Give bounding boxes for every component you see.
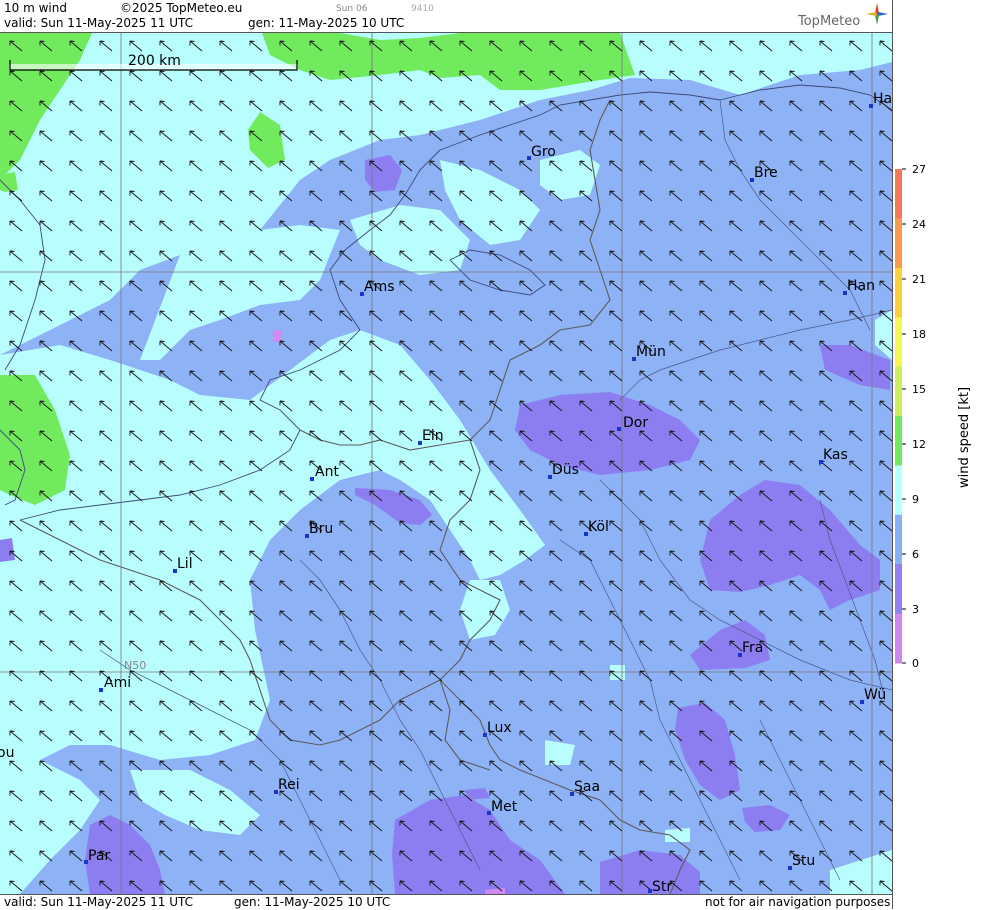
run-code: Sun 06: [336, 4, 368, 14]
city-label-ha: Ha: [873, 91, 892, 107]
colorbar-tick-15: 15: [912, 383, 926, 396]
city-label-lil: Lil: [177, 556, 193, 572]
wind-arrow-field: [0, 33, 892, 894]
city-label-han: Han: [847, 278, 875, 294]
colorbar-tick-12: 12: [912, 438, 926, 451]
colorbar-segment: [895, 514, 902, 565]
compass-logo-icon: [866, 3, 888, 25]
colorbar-tick-18: 18: [912, 328, 926, 341]
colorbar-segments: [895, 169, 902, 664]
footer-valid-time: valid: Sun 11-May-2025 11 UTC: [4, 895, 193, 909]
city-label-bru: Bru: [309, 521, 333, 537]
colorbar-segment: [895, 366, 902, 417]
city-label-wu: Wü: [864, 687, 886, 703]
city-label-met: Met: [491, 799, 518, 815]
colorbar-tick-0: 0: [912, 657, 919, 670]
city-label-kol: Köl: [588, 519, 609, 535]
product-title: 10 m wind: [4, 1, 67, 15]
city-label-ein: Ein: [422, 428, 444, 444]
wind-map-svg: 200 km N50 Gro Bre Ha Ams Han Mün Dor Ei…: [0, 33, 892, 894]
city-label-lux: Lux: [487, 720, 512, 736]
topmeteo-logo-text: TopMeteo: [798, 14, 861, 29]
colorbar-segment: [895, 317, 902, 368]
city-label-ant: Ant: [315, 464, 339, 480]
city-label-bre: Bre: [754, 165, 778, 181]
city-label-par: Par: [88, 848, 110, 864]
colorbar-segment: [895, 218, 902, 269]
colorbar-segment: [895, 169, 902, 219]
colorbar-tick-6: 6: [912, 548, 919, 561]
city-label-str: Str: [652, 879, 672, 894]
colorbar-segment: [895, 416, 902, 466]
map-footer: valid: Sun 11-May-2025 11 UTC gen: 11-Ma…: [0, 894, 892, 910]
city-label-kas: Kas: [823, 447, 848, 463]
city-label-gro: Gro: [531, 144, 556, 160]
disclaimer-text: not for air navigation purposes: [705, 895, 891, 909]
city-label-mun: Mün: [636, 344, 666, 360]
colorbar-tick-27: 27: [912, 163, 926, 176]
colorbar-segment: [895, 613, 902, 664]
city-label-fra: Fra: [742, 640, 763, 656]
valid-time: valid: Sun 11-May-2025 11 UTC: [4, 16, 193, 30]
lat-label: N50: [124, 659, 146, 672]
city-label-ami: Ami: [104, 675, 131, 691]
colorbar-title: wind speed [kt]: [957, 386, 972, 488]
footer-generated-time: gen: 11-May-2025 10 UTC: [234, 895, 391, 909]
scale-label: 200 km: [128, 53, 181, 69]
city-label-saa: Saa: [574, 779, 600, 795]
colorbar-ticks: [902, 168, 906, 664]
colorbar-tick-9: 9: [912, 493, 919, 506]
city-label-dor: Dor: [623, 415, 648, 431]
colorbar-segment: [895, 267, 902, 318]
map-header: 10 m wind ©2025 TopMeteo.eu Sun 06 9410 …: [0, 0, 892, 33]
colorbar-tick-21: 21: [912, 273, 926, 286]
city-label-rei: Rei: [278, 777, 300, 793]
city-label-ou: ou: [0, 745, 14, 761]
city-label-dus: Düs: [552, 462, 579, 478]
city-label-ams: Ams: [364, 279, 395, 295]
colorbar-segment: [895, 564, 902, 615]
colorbar-tick-24: 24: [912, 218, 926, 231]
colorbar-segment: [895, 465, 902, 516]
colorbar-tick-3: 3: [912, 603, 919, 616]
code2: 9410: [411, 4, 434, 14]
copyright-text: ©2025 TopMeteo.eu: [120, 1, 243, 15]
city-label-stu: Stu: [792, 853, 815, 869]
wind-map: 200 km N50 Gro Bre Ha Ams Han Mün Dor Ei…: [0, 33, 892, 894]
generated-time: gen: 11-May-2025 10 UTC: [248, 16, 405, 30]
